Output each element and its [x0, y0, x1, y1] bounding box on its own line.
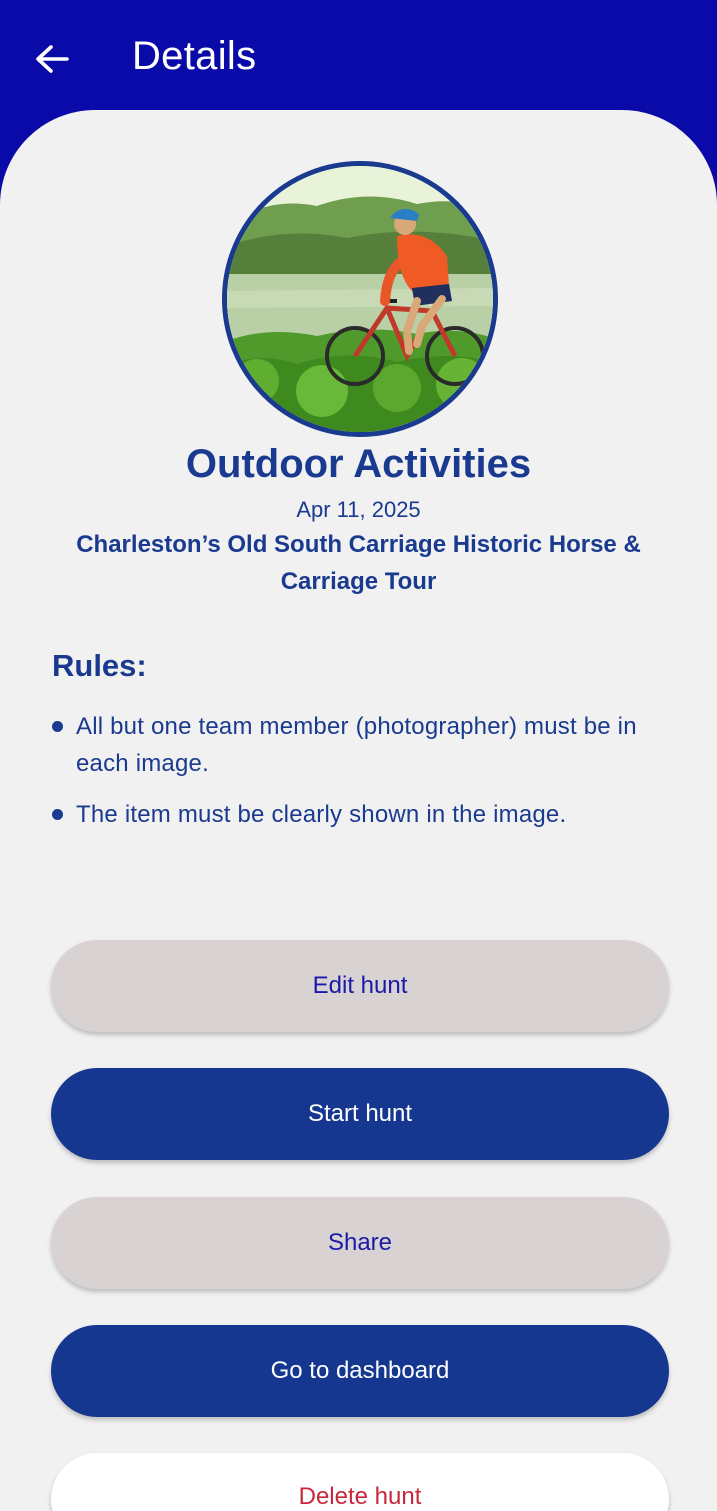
details-sheet: Outdoor Activities Apr 11, 2025 Charlest… [0, 110, 717, 1511]
arrow-left-icon [36, 45, 69, 73]
hunt-location: Charleston’s Old South Carriage Historic… [76, 531, 641, 595]
hunt-title: Outdoor Activities [185, 442, 532, 486]
rule-item: The item must be clearly shown in the im… [52, 796, 672, 833]
delete-hunt-button[interactable]: Delete hunt [51, 1453, 669, 1511]
rule-item: All but one team member (photographer) m… [52, 708, 672, 782]
bullet-icon [52, 809, 63, 820]
rule-text: The item must be clearly shown in the im… [76, 801, 567, 828]
start-hunt-button[interactable]: Start hunt [51, 1068, 669, 1160]
cyclist-photo [227, 166, 493, 432]
share-button[interactable]: Share [51, 1197, 669, 1289]
back-button[interactable] [22, 30, 82, 88]
bullet-icon [52, 721, 63, 732]
hunt-image [222, 161, 498, 437]
rules-heading: Rules: [52, 648, 147, 683]
go-to-dashboard-button[interactable]: Go to dashboard [51, 1325, 669, 1417]
rule-text: All but one team member (photographer) m… [76, 713, 637, 777]
page-title: Details [132, 34, 257, 78]
hunt-date: Apr 11, 2025 [296, 497, 421, 522]
rules-list: All but one team member (photographer) m… [52, 708, 672, 847]
edit-hunt-button[interactable]: Edit hunt [51, 940, 669, 1032]
